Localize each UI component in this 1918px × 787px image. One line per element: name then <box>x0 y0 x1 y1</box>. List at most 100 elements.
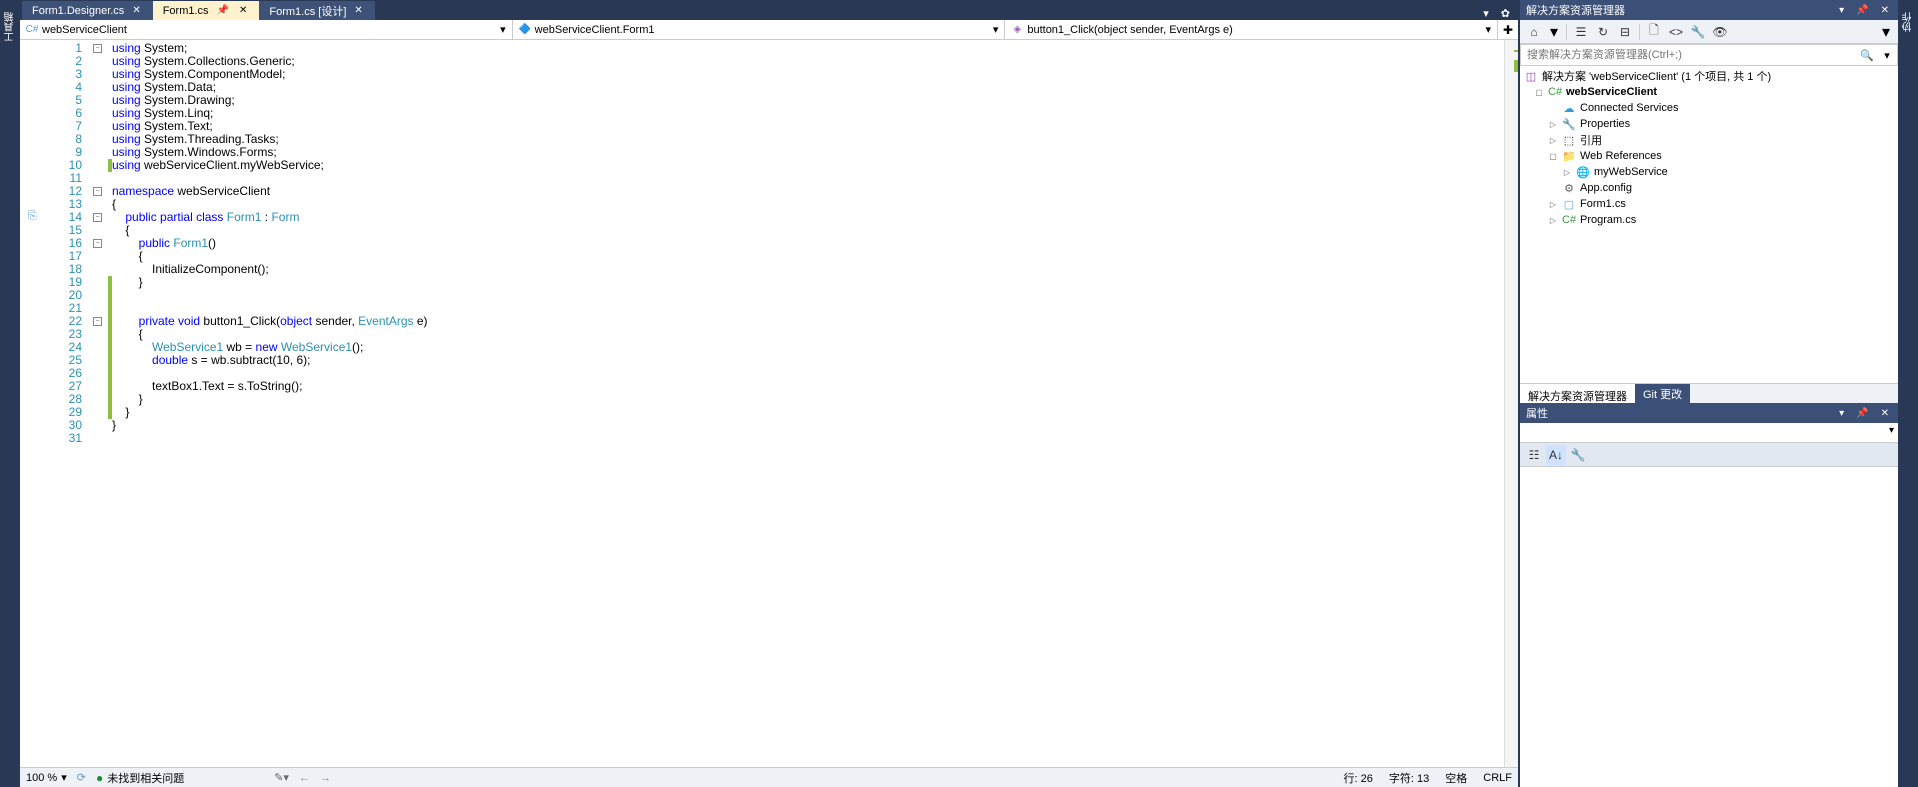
zoom-selector[interactable]: 100 %▾ <box>26 771 67 784</box>
fold-toggle[interactable]: − <box>93 213 102 222</box>
program-node[interactable]: ▷ C# Program.cs <box>1520 212 1898 228</box>
document-tab[interactable]: Form1.cs📌✕ <box>153 1 260 20</box>
authoring-tools[interactable]: ✎▾ <box>274 771 289 784</box>
scope-label: webServiceClient <box>42 24 127 36</box>
nav-fwd[interactable]: → <box>320 772 331 784</box>
reference-indicator-icon[interactable]: ⎘ <box>28 210 37 223</box>
properties-grid[interactable] <box>1520 467 1898 787</box>
toolbox-tab[interactable]: 工具箱 <box>3 12 18 42</box>
expand-icon[interactable]: ▷ <box>1548 136 1558 145</box>
cursor-line[interactable]: 行: 26 <box>1344 770 1373 786</box>
right-rail-tab[interactable]: 协作 <box>1901 12 1916 32</box>
alphabetical-button[interactable]: A↓ <box>1546 445 1566 465</box>
close-icon[interactable]: ✕ <box>352 5 364 16</box>
document-tab[interactable]: Form1.Designer.cs✕ <box>22 1 153 20</box>
panel-title: 解决方案资源管理器 <box>1526 2 1830 18</box>
search-dropdown-icon[interactable]: ▾ <box>1877 49 1897 62</box>
left-tool-rail[interactable]: 工具箱 <box>0 0 20 787</box>
panel-title: 属性 <box>1526 405 1830 421</box>
show-all-files-button[interactable]: 🗋 <box>1644 22 1664 42</box>
tree-label: App.config <box>1580 182 1632 194</box>
tab-dropdown-icon[interactable]: ▾ <box>1479 7 1493 20</box>
tree-label: Form1.cs <box>1580 198 1626 210</box>
fold-toggle[interactable]: − <box>93 44 102 53</box>
fold-margin[interactable]: − − − − − <box>90 40 108 767</box>
document-tab[interactable]: Form1.cs [设计]✕ <box>259 1 374 20</box>
mywebservice-node[interactable]: ▷ 🌐 myWebService <box>1520 164 1898 180</box>
vertical-scrollbar-overview[interactable] <box>1504 40 1518 767</box>
issues-status[interactable]: ● 未找到相关问题 <box>96 770 184 786</box>
right-panel: 解决方案资源管理器 ▾ 📌 ✕ ⌂ ▾ ☰ ↻ ⊟ 🗋 <> 🔧 👁 ▾ 🔍 ▾ <box>1520 0 1898 787</box>
expand-icon[interactable]: ▷ <box>1548 120 1558 129</box>
properties-header[interactable]: 属性 ▾ 📌 ✕ <box>1520 403 1898 423</box>
health-indicator[interactable]: ⟳ <box>77 771 86 784</box>
code-content[interactable]: using System;using System.Collections.Ge… <box>112 40 1504 767</box>
window-dropdown-icon[interactable]: ▾ <box>1836 408 1847 419</box>
collapse-all-button[interactable]: ⊟ <box>1615 22 1635 42</box>
fold-toggle[interactable]: − <box>93 187 102 196</box>
tree-label: webServiceClient <box>1566 86 1657 98</box>
line-ending[interactable]: CRLF <box>1483 770 1512 786</box>
tree-label: Program.cs <box>1580 214 1636 226</box>
close-icon[interactable]: ✕ <box>1878 408 1892 419</box>
indent-mode[interactable]: 空格 <box>1445 770 1467 786</box>
tab-settings-icon[interactable]: ✿ <box>1497 7 1514 20</box>
close-icon[interactable]: ✕ <box>130 5 142 16</box>
pin-icon[interactable]: 📌 <box>215 5 231 16</box>
home-button[interactable]: ⌂ <box>1524 22 1544 42</box>
expand-icon[interactable]: ▷ <box>1562 168 1572 177</box>
preview-button[interactable]: 👁 <box>1710 22 1730 42</box>
connected-services-node[interactable]: ☁ Connected Services <box>1520 100 1898 116</box>
config-icon: ⚙ <box>1562 182 1576 195</box>
tree-label: 解决方案 'webServiceClient' (1 个项目, 共 1 个) <box>1542 68 1771 84</box>
properties-node[interactable]: ▷ 🔧 Properties <box>1520 116 1898 132</box>
project-node[interactable]: ▢ C# webServiceClient <box>1520 84 1898 100</box>
appconfig-node[interactable]: ⚙ App.config <box>1520 180 1898 196</box>
tab-solution-explorer[interactable]: 解决方案资源管理器 <box>1520 384 1635 403</box>
editor-panel: Form1.Designer.cs✕Form1.cs📌✕Form1.cs [设计… <box>20 0 1518 787</box>
solution-node[interactable]: ◫ 解决方案 'webServiceClient' (1 个项目, 共 1 个) <box>1520 68 1898 84</box>
properties-object-selector[interactable]: ▾ <box>1520 423 1898 443</box>
pending-changes-button[interactable]: ☰ <box>1571 22 1591 42</box>
cursor-char[interactable]: 字符: 13 <box>1389 770 1429 786</box>
solution-tree[interactable]: ◫ 解决方案 'webServiceClient' (1 个项目, 共 1 个)… <box>1520 66 1898 383</box>
fold-toggle[interactable]: − <box>93 239 102 248</box>
expand-icon[interactable]: ▷ <box>1548 216 1558 225</box>
document-tabs: Form1.Designer.cs✕Form1.cs📌✕Form1.cs [设计… <box>20 0 1518 20</box>
solution-search[interactable]: 🔍 ▾ <box>1520 44 1898 66</box>
member-selector[interactable]: ◈ button1_Click(object sender, EventArgs… <box>1005 20 1498 39</box>
collapse-icon[interactable]: ▢ <box>1534 88 1544 97</box>
member-label: button1_Click(object sender, EventArgs e… <box>1027 24 1232 36</box>
web-references-node[interactable]: ▢ 📁 Web References <box>1520 148 1898 164</box>
view-dropdown[interactable]: ▾ <box>1546 22 1562 42</box>
tab-git-changes[interactable]: Git 更改 <box>1635 384 1690 403</box>
close-icon[interactable]: ✕ <box>1878 5 1892 16</box>
references-node[interactable]: ▷ ⬚ 引用 <box>1520 132 1898 148</box>
pin-icon[interactable]: 📌 <box>1853 408 1871 419</box>
window-dropdown-icon[interactable]: ▾ <box>1836 5 1847 16</box>
categorized-button[interactable]: ☷ <box>1524 445 1544 465</box>
search-input[interactable] <box>1521 47 1857 63</box>
form-icon: ▢ <box>1562 198 1576 211</box>
check-icon: ● <box>96 771 103 785</box>
sync-button[interactable]: ↻ <box>1593 22 1613 42</box>
toolbar-overflow[interactable]: ▾ <box>1878 22 1894 42</box>
expand-icon[interactable]: ▷ <box>1548 200 1558 209</box>
class-selector[interactable]: 🔷 webServiceClient.Form1 ▾ <box>513 20 1006 39</box>
nav-back[interactable]: ← <box>299 772 310 784</box>
view-code-button[interactable]: <> <box>1666 22 1686 42</box>
code-editor[interactable]: ⎘ 12345678910111213141516171819202122232… <box>20 40 1518 767</box>
property-pages-button[interactable]: 🔧 <box>1568 445 1588 465</box>
split-editor-button[interactable]: ✚ <box>1498 20 1518 39</box>
search-icon[interactable]: 🔍 <box>1857 49 1877 62</box>
solution-explorer-header[interactable]: 解决方案资源管理器 ▾ 📌 ✕ <box>1520 0 1898 20</box>
close-icon[interactable]: ✕ <box>237 5 249 16</box>
right-tool-rail[interactable]: 协作 <box>1898 0 1918 787</box>
collapse-icon[interactable]: ▢ <box>1548 152 1558 161</box>
tree-label: myWebService <box>1594 166 1668 178</box>
pin-icon[interactable]: 📌 <box>1853 5 1871 16</box>
properties-button[interactable]: 🔧 <box>1688 22 1708 42</box>
fold-toggle[interactable]: − <box>93 317 102 326</box>
form1-node[interactable]: ▷ ▢ Form1.cs <box>1520 196 1898 212</box>
scope-selector[interactable]: C# webServiceClient ▾ <box>20 20 513 39</box>
